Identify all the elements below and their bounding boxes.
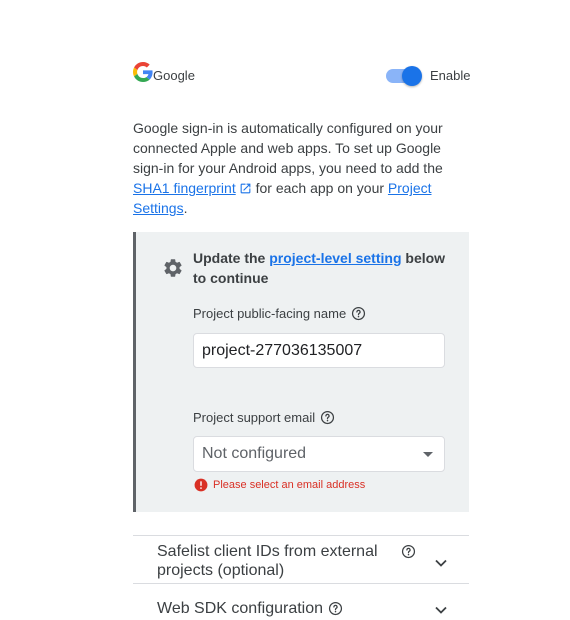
project-name-label-text: Project public-facing name [193,306,347,321]
description-text-1: Google sign-in is automatically configur… [133,120,443,176]
google-g-icon [133,62,153,82]
project-level-setting-link[interactable]: project-level setting [269,250,401,266]
provider-name: Google [153,68,195,83]
support-email-label-text: Project support email [193,410,316,425]
project-name-label: Project public-facing name [193,306,366,321]
panel-title: Update the project-level setting below t… [193,248,453,288]
web-sdk-title-text: Web SDK configuration [157,600,324,617]
error-icon [194,478,208,492]
chevron-down-icon [435,606,447,614]
safelist-accordion[interactable]: Safelist client IDs from external projec… [133,536,469,583]
project-name-input[interactable]: project-277036135007 [193,333,445,368]
panel-title-text-1: Update the [193,250,270,266]
description-text-2: for each app on your [251,180,388,196]
enable-label: Enable [430,68,471,83]
help-icon[interactable] [401,544,416,559]
enable-toggle[interactable] [386,66,422,86]
description: Google sign-in is automatically configur… [133,118,453,218]
web-sdk-accordion[interactable]: Web SDK configuration [133,584,469,620]
error-message: Please select an email address [213,479,366,491]
gear-icon [164,259,182,277]
safelist-accordion-title: Safelist client IDs from external projec… [157,543,378,579]
help-icon[interactable] [328,601,343,616]
support-email-value: Not configured [202,445,307,462]
support-email-label: Project support email [193,410,335,425]
chevron-down-icon [435,559,447,567]
help-icon[interactable] [320,410,335,425]
sha1-link-label: SHA1 fingerprint [133,180,236,196]
toggle-knob [402,66,422,86]
sha1-fingerprint-link[interactable]: SHA1 fingerprint [133,180,252,196]
dropdown-caret-icon [423,452,433,457]
external-link-icon [240,183,251,194]
support-email-select[interactable]: Not configured [193,436,445,472]
web-sdk-accordion-title: Web SDK configuration [157,599,343,618]
help-icon[interactable] [351,306,366,321]
description-text-3: . [183,200,188,216]
